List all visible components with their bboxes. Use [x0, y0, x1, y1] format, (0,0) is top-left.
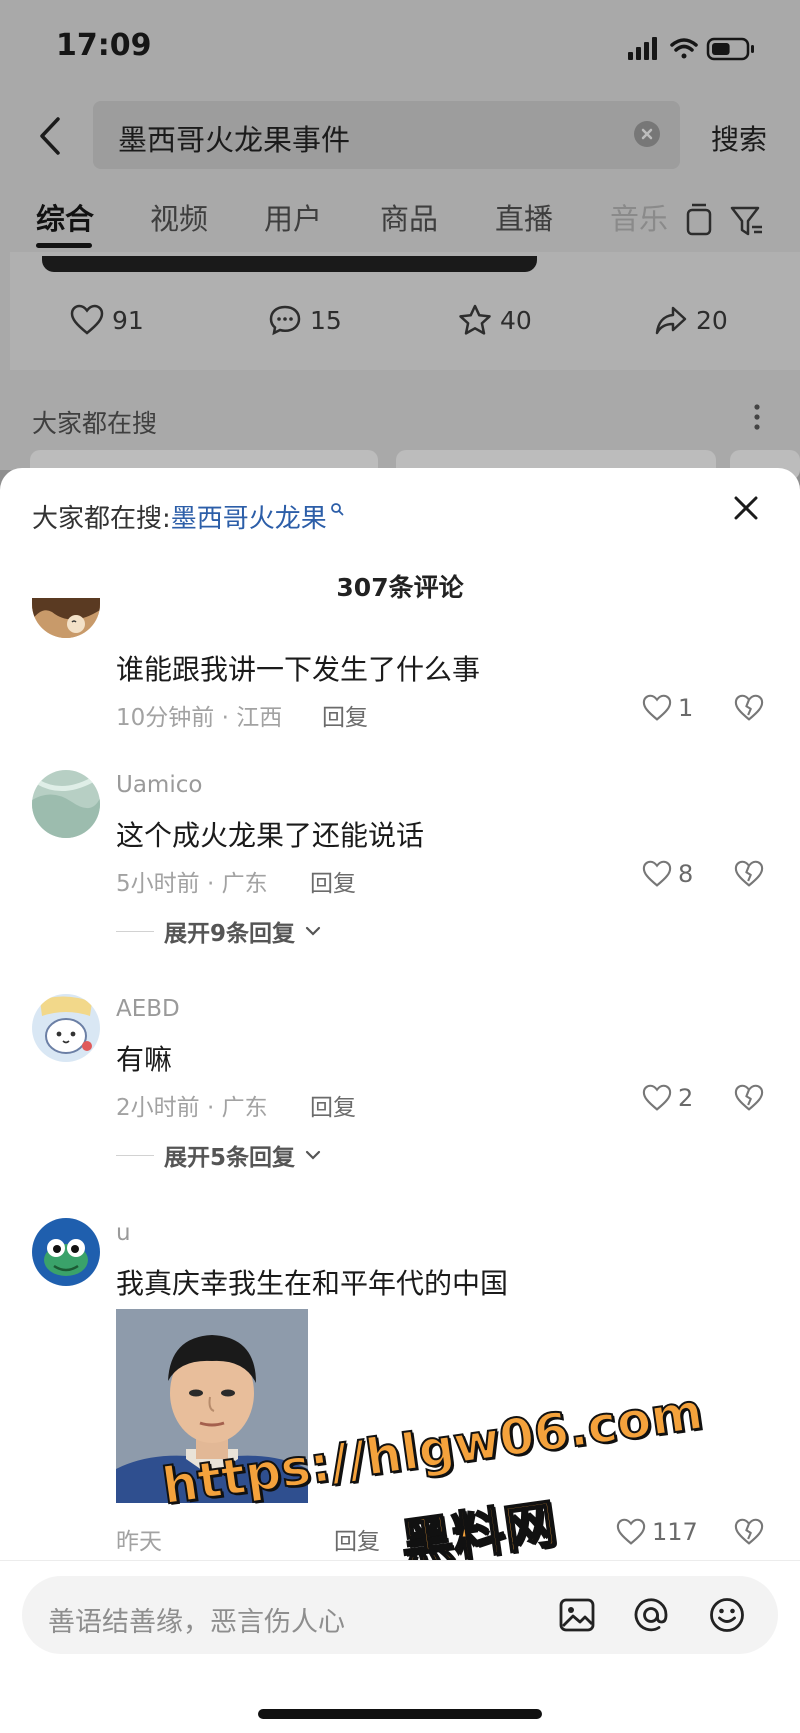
comment-like-button[interactable]: 1 — [642, 694, 693, 722]
avatar[interactable] — [32, 994, 100, 1062]
star-icon — [459, 304, 491, 335]
favorite-count: 40 — [500, 305, 532, 335]
comment-meta: 10分钟前 · 江西 — [116, 705, 283, 731]
tab-music[interactable]: 音乐 — [610, 196, 670, 238]
comment-like-count: 2 — [678, 1084, 694, 1112]
status-time: 17:09 — [56, 28, 152, 63]
comment-input-placeholder: 善语结善缘，恶言伤人心 — [48, 1607, 345, 1638]
broken-heart-icon — [734, 860, 764, 887]
filter-icon — [730, 206, 762, 236]
username[interactable]: Uamico — [116, 772, 202, 798]
search-input[interactable]: 墨西哥火龙果事件 — [93, 101, 680, 169]
dislike-button[interactable] — [734, 1084, 764, 1112]
dislike-button[interactable] — [734, 1518, 764, 1546]
hot-search-row[interactable]: 大家都在搜:墨西哥火龙果 — [32, 498, 344, 535]
like-count: 91 — [112, 305, 144, 335]
username[interactable]: AEBD — [116, 996, 180, 1022]
clear-icon[interactable] — [634, 121, 660, 147]
comment-like-button[interactable]: 2 — [642, 1084, 693, 1112]
reply-button[interactable]: 回复 — [334, 1522, 380, 1556]
hot-search-keyword[interactable]: 墨西哥火龙果 — [171, 504, 327, 534]
layout-toggle-icon — [686, 203, 712, 236]
active-tab-indicator — [36, 243, 92, 248]
expand-replies-label: 展开5条回复 — [164, 1145, 296, 1171]
tab-comprehensive[interactable]: 综合 — [36, 196, 94, 238]
video-progress-bar — [42, 256, 537, 272]
broken-heart-icon — [734, 1084, 764, 1111]
status-icons — [628, 34, 768, 64]
comment-text: 我真庆幸我生在和平年代的中国 — [116, 1267, 509, 1300]
comment-text: 这个成火龙果了还能说话 — [116, 819, 425, 852]
comment-like-button[interactable]: 8 — [642, 860, 693, 888]
comment-meta: 2小时前 · 广东 — [116, 1095, 268, 1121]
heart-icon — [642, 1084, 672, 1111]
expand-replies-label: 展开9条回复 — [164, 921, 296, 947]
hot-search-prefix: 大家都在搜: — [32, 504, 171, 534]
search-query: 墨西哥火龙果事件 — [118, 123, 351, 157]
share-icon — [655, 306, 687, 335]
favorite-stat[interactable]: 40 — [458, 304, 532, 336]
reply-button[interactable]: 回复 — [310, 1088, 356, 1122]
comment-sheet: 大家都在搜:墨西哥火龙果 307条评论 谁能跟我讲一下发生了什么事 10分钟前 … — [0, 468, 800, 1732]
comment-count: 307条评论 — [336, 573, 464, 602]
heart-icon — [70, 304, 104, 335]
signal-icon — [628, 37, 657, 60]
tab-users[interactable]: 用户 — [264, 196, 322, 238]
dislike-button[interactable] — [734, 860, 764, 888]
trending-title: 大家都在搜 — [32, 409, 158, 438]
mention-icon[interactable] — [632, 1596, 670, 1634]
comment-text: 谁能跟我讲一下发生了什么事 — [116, 653, 481, 686]
comment-stat-count: 15 — [310, 305, 342, 335]
expand-replies-button[interactable]: 展开5条回复 — [116, 1138, 321, 1172]
expand-replies-button[interactable]: 展开9条回复 — [116, 914, 321, 948]
comment-like-count: 1 — [678, 694, 694, 722]
divider — [116, 1154, 154, 1156]
tab-video[interactable]: 视频 — [150, 196, 208, 238]
like-stat[interactable]: 91 — [70, 304, 144, 336]
tab-products[interactable]: 商品 — [380, 196, 438, 238]
username[interactable]: u — [116, 1220, 131, 1246]
broken-heart-icon — [734, 694, 764, 721]
divider — [116, 930, 154, 932]
emoji-icon[interactable] — [708, 1596, 746, 1634]
avatar[interactable] — [32, 1218, 100, 1286]
tab-live[interactable]: 直播 — [495, 196, 553, 238]
chevron-down-icon — [305, 926, 321, 936]
comment-stat[interactable]: 15 — [268, 304, 342, 336]
comment-meta: 5小时前 · 广东 — [116, 871, 268, 897]
result-tabs: 综合 视频 用户 商品 直播 音乐 — [0, 196, 800, 252]
comment-like-count: 117 — [652, 1518, 698, 1546]
tab-tools — [682, 203, 768, 239]
home-indicator — [258, 1709, 542, 1719]
avatar[interactable] — [32, 770, 100, 838]
dislike-button[interactable] — [734, 694, 764, 722]
comment-text: 有嘛 — [116, 1043, 173, 1076]
avatar[interactable] — [32, 598, 100, 638]
back-arrow-icon[interactable] — [38, 116, 62, 156]
comment-like-count: 8 — [678, 860, 694, 888]
comment-composer: 善语结善缘，恶言伤人心 — [0, 1560, 800, 1733]
comment-input[interactable]: 善语结善缘，恶言伤人心 — [22, 1576, 778, 1654]
chevron-down-icon — [305, 1150, 321, 1160]
comment-icon — [269, 305, 301, 336]
more-options-icon[interactable] — [752, 402, 762, 432]
close-icon[interactable] — [732, 494, 760, 522]
search-button[interactable]: 搜索 — [711, 118, 767, 158]
heart-icon — [616, 1518, 646, 1545]
battery-icon — [706, 37, 754, 61]
comment-like-button[interactable]: 117 — [616, 1518, 698, 1546]
wifi-icon — [670, 38, 698, 59]
broken-heart-icon — [734, 1518, 764, 1545]
image-icon[interactable] — [558, 1596, 596, 1634]
reply-button[interactable]: 回复 — [310, 864, 356, 898]
comment-meta: 昨天 — [116, 1529, 162, 1555]
reply-button[interactable]: 回复 — [322, 698, 368, 732]
share-stat[interactable]: 20 — [654, 304, 728, 336]
search-icon — [330, 503, 344, 516]
share-count: 20 — [696, 305, 728, 335]
heart-icon — [642, 694, 672, 721]
heart-icon — [642, 860, 672, 887]
